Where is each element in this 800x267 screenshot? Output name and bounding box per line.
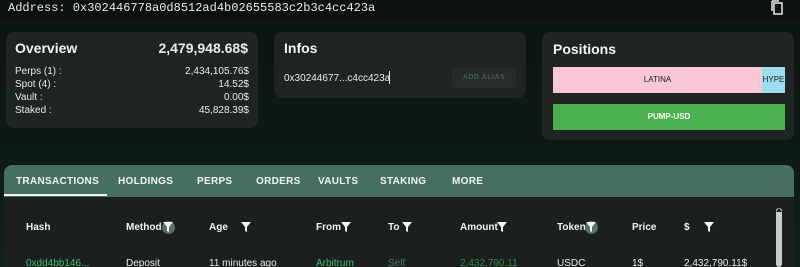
usd-filter-icon[interactable] bbox=[704, 222, 714, 232]
tab-staking[interactable]: STAKING bbox=[380, 176, 426, 187]
token-filter-icon[interactable] bbox=[586, 222, 596, 232]
column-header-to[interactable]: To bbox=[388, 222, 399, 233]
overview-card: Overview 2,479,948.68$ Perps (1) : 2,434… bbox=[6, 32, 258, 128]
amount-filter-icon[interactable] bbox=[497, 222, 507, 232]
column-header-from[interactable]: From bbox=[316, 222, 341, 233]
tabs-bar: TRANSACTIONS HOLDINGS PERPS ORDERS VAULT… bbox=[4, 165, 794, 197]
overview-row-perps: Perps (1) : 2,434,105.76$ bbox=[15, 66, 249, 78]
tab-perps[interactable]: PERPS bbox=[197, 176, 232, 187]
position-segment-latina[interactable]: LATINA bbox=[553, 67, 762, 93]
scroll-up-arrow-icon[interactable] bbox=[776, 207, 782, 213]
tab-transactions[interactable]: TRANSACTIONS bbox=[16, 176, 99, 187]
overview-row-staked: Staked : 45,828.39$ bbox=[15, 105, 249, 117]
overview-row-spot: Spot (4) : 14.52$ bbox=[15, 79, 249, 91]
to-filter-icon[interactable] bbox=[402, 222, 412, 232]
row-age: 11 minutes ago bbox=[209, 258, 277, 267]
method-filter-icon[interactable] bbox=[163, 222, 173, 232]
tab-orders[interactable]: ORDERS bbox=[256, 176, 301, 187]
tab-holdings[interactable]: HOLDINGS bbox=[118, 176, 173, 187]
row-price: 1$ bbox=[632, 258, 644, 267]
column-header-token[interactable]: Token bbox=[557, 222, 586, 233]
active-tab-indicator bbox=[4, 194, 107, 196]
row-hash-link[interactable]: 0xdd4bb146... bbox=[26, 258, 89, 267]
overview-row-label: Staked : bbox=[15, 105, 52, 116]
tab-vaults[interactable]: VAULTS bbox=[318, 176, 358, 187]
pump-usd-button[interactable]: PUMP-USD bbox=[553, 104, 785, 130]
add-alias-button[interactable]: ADD ALIAS bbox=[452, 68, 516, 88]
infos-card: Infos 0x30244677...c4cc423a ADD ALIAS bbox=[274, 32, 526, 98]
from-filter-icon[interactable] bbox=[341, 222, 351, 232]
overview-row-vault: Vault : 0.00$ bbox=[15, 92, 249, 104]
row-token: USDC bbox=[557, 258, 586, 267]
infos-title: Infos bbox=[284, 40, 318, 56]
row-method: Deposit bbox=[126, 258, 160, 267]
overview-row-value: 0.00$ bbox=[223, 92, 249, 103]
age-filter-icon[interactable] bbox=[241, 222, 251, 232]
row-usd: 2,432,790.11$ bbox=[684, 258, 748, 267]
overview-row-label: Perps (1) : bbox=[15, 66, 62, 77]
alias-address-field[interactable]: 0x30244677...c4cc423a bbox=[284, 73, 390, 84]
address-bar: Address: 0x302446778a0d8512ad4b02655583c… bbox=[0, 0, 800, 18]
column-header-usd[interactable]: $ bbox=[684, 222, 690, 233]
column-header-method[interactable]: Method bbox=[126, 222, 162, 233]
overview-title: Overview bbox=[15, 40, 78, 56]
positions-title: Positions bbox=[553, 41, 617, 57]
table-scrollbar[interactable] bbox=[776, 208, 782, 267]
column-header-age[interactable]: Age bbox=[209, 222, 228, 233]
column-header-amount[interactable]: Amount bbox=[460, 222, 498, 233]
overview-row-value: 14.52$ bbox=[218, 79, 249, 90]
column-header-hash[interactable]: Hash bbox=[26, 222, 50, 233]
overview-total: 2,479,948.68$ bbox=[158, 40, 248, 56]
overview-row-value: 45,828.39$ bbox=[198, 105, 249, 116]
overview-row-label: Spot (4) : bbox=[15, 79, 57, 90]
overview-row-value: 2,434,105.76$ bbox=[185, 66, 249, 77]
row-to: Self bbox=[388, 258, 406, 267]
row-amount: 2,432,790.11 bbox=[460, 258, 518, 267]
position-segment-hype[interactable]: HYPE bbox=[762, 67, 785, 93]
text-cursor bbox=[389, 71, 390, 84]
tab-more[interactable]: MORE bbox=[452, 176, 483, 187]
row-from-link[interactable]: Arbitrum bbox=[316, 258, 354, 267]
column-header-price[interactable]: Price bbox=[632, 222, 656, 233]
positions-card: Positions LATINA HYPE PUMP-USD bbox=[542, 32, 794, 140]
positions-allocation-bar: LATINA HYPE bbox=[553, 67, 785, 93]
wallet-address: Address: 0x302446778a0d8512ad4b02655583c… bbox=[8, 1, 376, 15]
copy-icon[interactable] bbox=[770, 0, 784, 15]
overview-row-label: Vault : bbox=[15, 92, 43, 103]
